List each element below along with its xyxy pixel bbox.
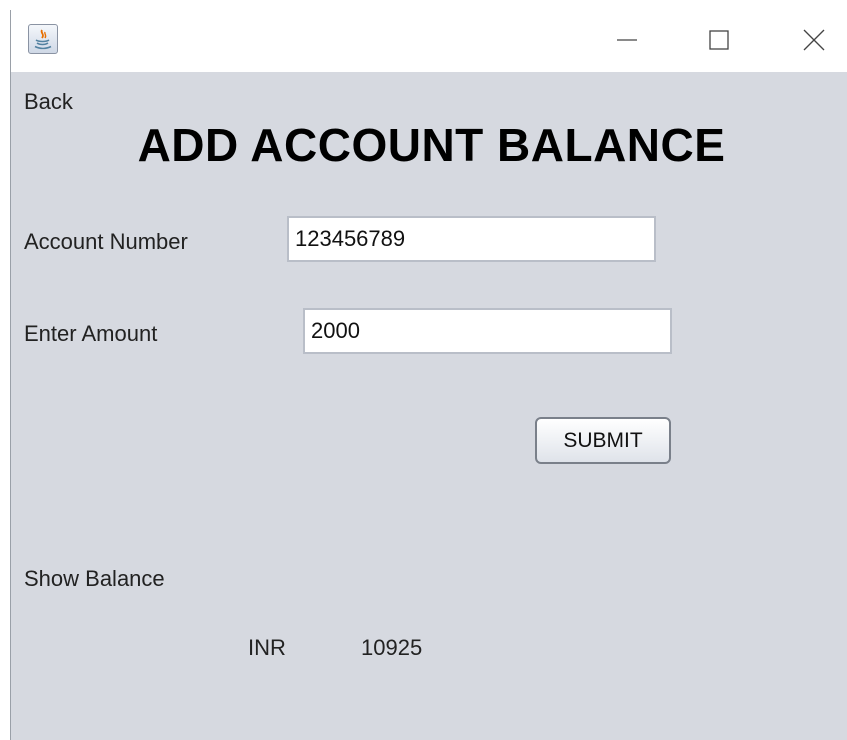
title-bar[interactable] — [11, 10, 847, 72]
close-icon — [803, 29, 825, 51]
balance-value: 10925 — [361, 635, 423, 660]
show-balance-label: Show Balance — [24, 566, 165, 591]
back-link[interactable]: Back — [24, 89, 73, 115]
account-number-field[interactable] — [287, 216, 656, 262]
currency-label: INR — [248, 635, 286, 660]
close-button[interactable] — [796, 22, 832, 58]
amount-field[interactable] — [303, 308, 672, 354]
minimize-icon — [617, 39, 637, 41]
submit-button[interactable]: SUBMIT — [535, 417, 671, 464]
java-app-icon — [28, 24, 58, 54]
enter-amount-label: Enter Amount — [24, 321, 158, 346]
maximize-icon — [709, 30, 729, 50]
page-title: ADD ACCOUNT BALANCE — [137, 119, 726, 171]
maximize-button[interactable] — [701, 22, 737, 58]
account-number-label: Account Number — [24, 229, 188, 254]
app-window: Back ADD ACCOUNT BALANCE Account Number … — [10, 10, 847, 740]
minimize-button[interactable] — [609, 22, 645, 58]
